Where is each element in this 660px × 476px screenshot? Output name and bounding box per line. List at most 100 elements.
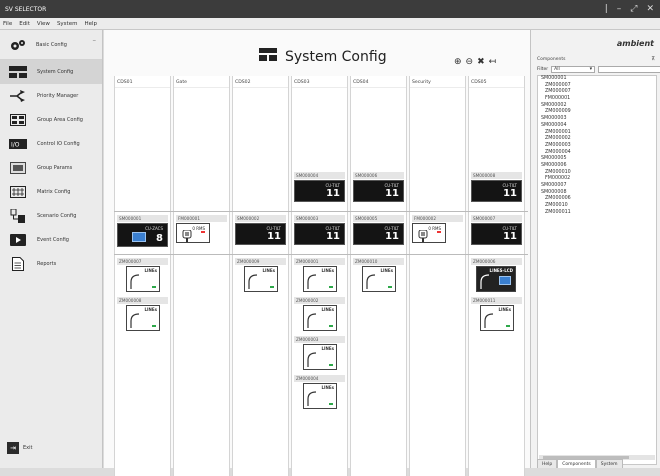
zone-device[interactable]: LINEs <box>303 266 337 292</box>
menu-system[interactable]: System <box>57 21 78 27</box>
device-count: 11 <box>385 188 399 199</box>
status-led-icon <box>329 286 333 288</box>
zoom-in-icon[interactable]: ⊕ <box>454 57 462 67</box>
speaker-line-icon <box>248 274 258 289</box>
zone-type: LINEs <box>321 385 335 390</box>
sidebar: Basic Config – System Config Priority Ma… <box>0 30 103 468</box>
device-label: SM000007 <box>471 215 522 222</box>
fire-mic-device[interactable]: 0 RMS <box>412 223 446 243</box>
zone-device[interactable]: LINEs <box>303 383 337 409</box>
tree-item[interactable]: ZM000011 <box>538 210 656 217</box>
tab-components[interactable]: Components <box>557 459 596 468</box>
cu-tilt-device[interactable]: CU-TILT 11 <box>471 223 522 245</box>
cu-tilt-device[interactable]: CU-TILT 11 <box>235 223 286 245</box>
zone-device[interactable]: LINEs <box>126 266 160 292</box>
sidebar-item-system-config[interactable]: System Config <box>0 60 102 84</box>
status-led-icon <box>329 325 333 327</box>
tree-item[interactable]: ZM000003 <box>538 143 656 150</box>
sidebar-header[interactable]: Basic Config – <box>0 30 102 60</box>
tab-system[interactable]: System <box>595 459 623 468</box>
cu-tilt-device[interactable]: CU-TILT 11 <box>294 180 345 202</box>
microphone-icon <box>182 229 192 244</box>
microphone-icon <box>418 229 428 244</box>
menu-help[interactable]: Help <box>84 21 97 27</box>
zone-device[interactable]: LINEs <box>244 266 278 292</box>
pin-icon[interactable]: ⊼ <box>651 56 655 62</box>
status-led-icon <box>152 325 156 327</box>
exit-button[interactable]: ⇥ Exit <box>7 442 32 454</box>
zone-device[interactable]: LINEs <box>480 305 514 331</box>
tree-item[interactable]: ZM000002 <box>538 136 656 143</box>
back-icon[interactable]: ↤ <box>489 57 497 67</box>
zone-device[interactable]: LINEs <box>303 344 337 370</box>
device-type: CU-ZACS <box>145 226 163 231</box>
sidebar-item-scenario-config[interactable]: Scenario Config <box>0 204 102 228</box>
cu-tilt-device[interactable]: CU-TILT 11 <box>294 223 345 245</box>
column-header: CDS01 <box>115 76 170 88</box>
sidebar-item-priority-manager[interactable]: Priority Manager <box>0 84 102 108</box>
sidebar-item-label: Reports <box>37 261 57 267</box>
zone-lcd-device[interactable]: LINES-LCD <box>476 266 516 292</box>
column-security[interactable]: Security <box>409 76 466 476</box>
status-led-icon <box>329 364 333 366</box>
menu-file[interactable]: File <box>3 21 12 27</box>
menu-edit[interactable]: Edit <box>19 21 30 27</box>
column-gate[interactable]: Gate <box>173 76 230 476</box>
speaker-line-icon <box>130 274 140 289</box>
sidebar-item-label: Priority Manager <box>37 93 79 99</box>
tab-help[interactable]: Help <box>537 459 558 468</box>
minimize-button[interactable]: – <box>617 4 622 14</box>
tree-item[interactable]: FM000002 <box>538 176 656 183</box>
panel-title: Components <box>537 57 566 62</box>
zone-device[interactable]: LINEs <box>126 305 160 331</box>
tree-item[interactable]: SM000004 <box>538 123 656 130</box>
sidebar-item-matrix-config[interactable]: Matrix Config <box>0 180 102 204</box>
zoom-out-icon[interactable]: ⊖ <box>466 57 474 67</box>
tree-item[interactable]: ZM00010 <box>538 203 656 210</box>
collapse-icon[interactable]: – <box>93 36 97 44</box>
zone-device[interactable]: LINEs <box>303 305 337 331</box>
speaker-line-icon <box>480 274 490 289</box>
window-title: SV SELECTOR <box>5 5 47 13</box>
sidebar-item-group-params[interactable]: Group Params <box>0 156 102 180</box>
device-label: SM000002 <box>235 215 286 222</box>
menu-view[interactable]: View <box>37 21 50 27</box>
tree-item[interactable]: SM000006 <box>538 163 656 170</box>
tree-item[interactable]: SM000005 <box>538 156 656 163</box>
sidebar-item-reports[interactable]: Reports <box>0 252 102 276</box>
cu-tilt-device[interactable]: CU-TILT 11 <box>353 223 404 245</box>
fire-mic-device[interactable]: 0 RMS <box>176 223 210 243</box>
filter-select[interactable]: All <box>551 66 596 73</box>
tree-item[interactable]: SM000001 <box>538 76 656 83</box>
filter-input[interactable] <box>598 66 660 73</box>
device-label: SM000003 <box>294 215 345 222</box>
delete-icon[interactable]: ✖ <box>477 57 485 67</box>
sidebar-item-group-area-config[interactable]: Group Area Config <box>0 108 102 132</box>
device-label: FM000001 <box>176 215 227 222</box>
device-count: 11 <box>503 188 517 199</box>
sidebar-item-event-config[interactable]: Event Config <box>0 228 102 252</box>
close-button[interactable]: ✕ <box>646 4 654 14</box>
zone-device[interactable]: LINEs <box>362 266 396 292</box>
column-header: Security <box>410 76 465 88</box>
column-header: CDS02 <box>233 76 288 88</box>
device-label: SM000008 <box>471 172 522 179</box>
column-header: CDS05 <box>469 76 524 88</box>
cu-zacs-device[interactable]: CU-ZACS 8 <box>117 223 168 247</box>
tree-item[interactable]: FM000001 <box>538 96 656 103</box>
brand-logo: ambient <box>616 39 654 48</box>
separator-icon: | <box>604 4 608 14</box>
cu-tilt-device[interactable]: CU-TILT 11 <box>353 180 404 202</box>
cu-tilt-device[interactable]: CU-TILT 11 <box>471 180 522 202</box>
zone-label: ZM000001 <box>294 258 345 265</box>
zone-label: ZM000004 <box>294 375 345 382</box>
maximize-button[interactable]: ⤢ <box>630 4 637 14</box>
sidebar-item-control-io-config[interactable]: I/O Control IO Config <box>0 132 102 156</box>
tree-item[interactable]: SM000007 <box>538 183 656 190</box>
event-config-icon <box>8 233 28 247</box>
row-divider <box>114 211 528 212</box>
tree-item[interactable]: SM000003 <box>538 116 656 123</box>
speaker-line-icon <box>366 274 376 289</box>
display-icon <box>132 232 146 242</box>
column-header: CDS04 <box>351 76 406 88</box>
